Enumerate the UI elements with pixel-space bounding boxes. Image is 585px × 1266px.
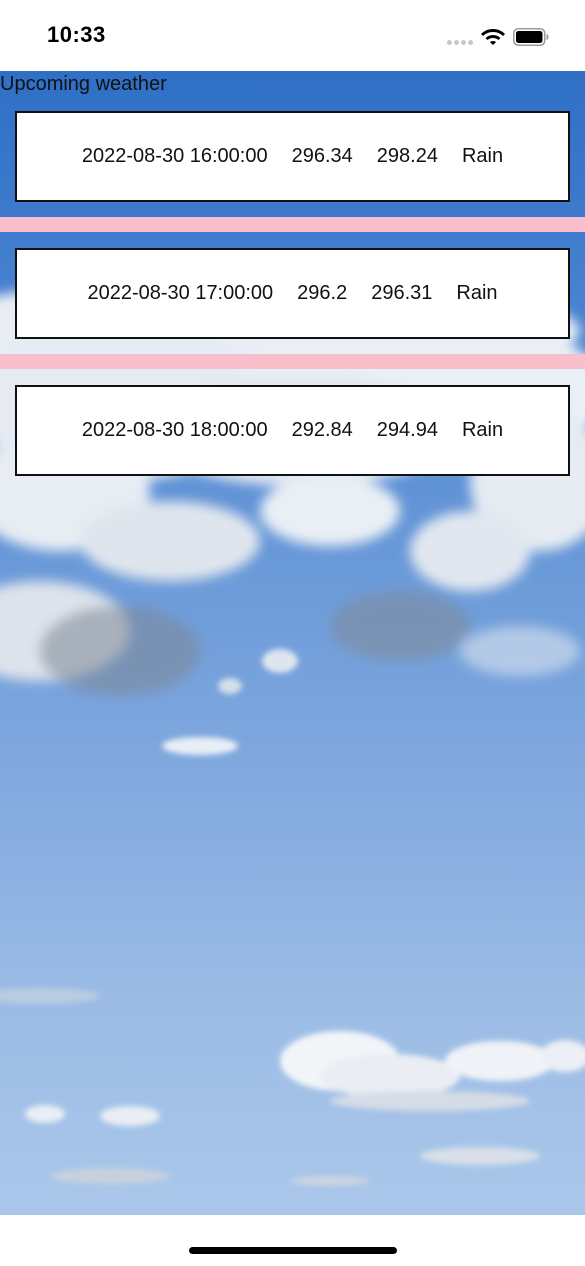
forecast-temp: 292.84	[291, 419, 353, 441]
status-icons	[447, 26, 557, 48]
home-indicator[interactable]	[189, 1247, 397, 1254]
forecast-condition: Rain	[456, 282, 498, 304]
forecast-temp: 296.34	[291, 145, 353, 167]
forecast-condition: Rain	[461, 145, 504, 167]
signal-dots-icon	[447, 40, 475, 45]
forecast-card[interactable]: 2022-08-30 18:00:00 292.84 294.94 Rain	[15, 385, 570, 476]
upcoming-weather-label: Upcoming weather	[0, 73, 167, 95]
forecast-temp: 296.2	[297, 282, 348, 304]
forecast-datetime: 2022-08-30 18:00:00	[81, 419, 268, 441]
app-screen: 10:33 Upcoming weather 2022-08-30 16:00:…	[0, 0, 585, 1266]
battery-icon	[513, 28, 549, 46]
forecast-feels-like: 294.94	[376, 419, 438, 441]
list-separator	[0, 217, 585, 232]
list-separator	[0, 354, 585, 369]
forecast-feels-like: 298.24	[376, 145, 438, 167]
forecast-condition: Rain	[461, 419, 504, 441]
home-indicator-area	[0, 1215, 585, 1266]
forecast-datetime: 2022-08-30 17:00:00	[87, 282, 274, 304]
forecast-item: 2022-08-30 18:00:00 292.84 294.94 Rain	[0, 385, 585, 522]
status-time: 10:33	[47, 22, 106, 47]
forecast-datetime: 2022-08-30 16:00:00	[81, 145, 268, 167]
forecast-item: 2022-08-30 17:00:00 296.2 296.31 Rain	[0, 248, 585, 385]
forecast-card[interactable]: 2022-08-30 16:00:00 296.34 298.24 Rain	[15, 111, 570, 202]
wifi-icon	[481, 29, 505, 45]
forecast-list: 2022-08-30 16:00:00 296.34 298.24 Rain 2…	[0, 111, 585, 522]
forecast-feels-like: 296.31	[371, 282, 433, 304]
status-bar: 10:33	[0, 0, 585, 71]
forecast-card[interactable]: 2022-08-30 17:00:00 296.2 296.31 Rain	[15, 248, 570, 339]
forecast-item: 2022-08-30 16:00:00 296.34 298.24 Rain	[0, 111, 585, 248]
